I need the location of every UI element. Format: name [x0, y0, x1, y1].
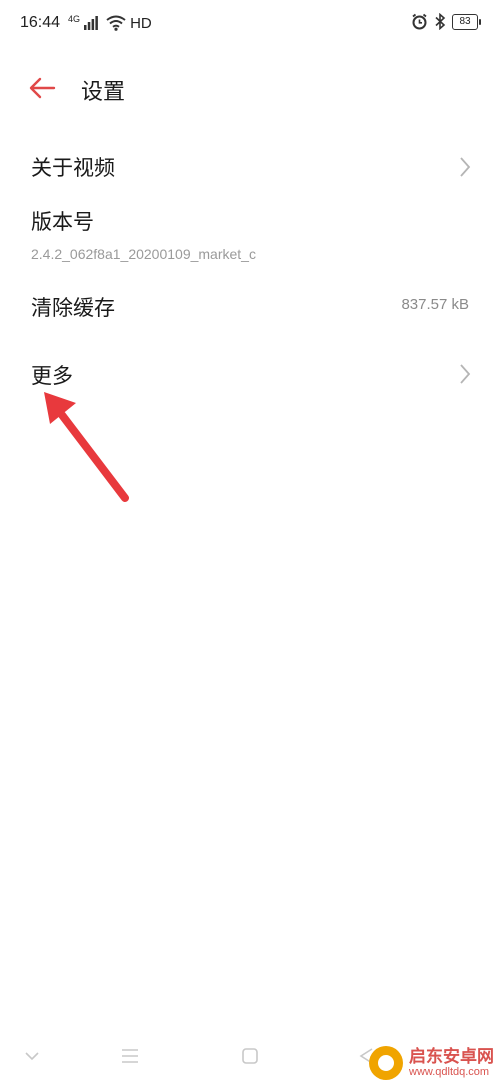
watermark-url: www.qdltdq.com [409, 1066, 490, 1079]
status-time: 16:44 [20, 14, 61, 31]
alarm-icon [412, 13, 427, 30]
version-value: 2.4.2_062f8a1_20200109_market_c [31, 246, 256, 262]
nav-down-icon[interactable] [18, 1042, 46, 1070]
hd-indicator: HD [130, 14, 152, 32]
status-right: 83 [411, 13, 481, 30]
nav-home-icon[interactable] [236, 1042, 264, 1070]
status-left: 16:44 4G HD [20, 14, 152, 32]
watermark-logo [369, 1046, 403, 1080]
network-type: 4G [68, 14, 81, 24]
battery-level: 83 [459, 15, 471, 27]
status-bar: 16:44 4G HD 83 [0, 0, 500, 50]
clear-cache-row[interactable]: 清除缓存 837.57 kB [0, 280, 500, 336]
more-row[interactable]: 更多 [0, 350, 500, 406]
about-video-row[interactable]: 关于视频 [0, 140, 500, 196]
site-watermark: 启东安卓网 www.qdltdq.com [369, 1046, 494, 1080]
page-title: 设置 [81, 80, 126, 105]
app-header: 设置 [0, 60, 500, 116]
version-row: 版本号 2.4.2_062f8a1_20200109_market_c [0, 200, 500, 270]
watermark-name: 启东安卓网 [409, 1046, 494, 1067]
bluetooth-icon [435, 13, 446, 30]
battery-icon: 83 [452, 13, 481, 30]
more-label: 更多 [31, 364, 73, 388]
wifi-icon [106, 15, 126, 31]
about-video-label: 关于视频 [31, 156, 115, 180]
signal-icon [84, 16, 98, 30]
watermark-text: 启东安卓网 www.qdltdq.com [409, 1046, 494, 1079]
nav-menu-icon[interactable] [116, 1042, 144, 1070]
chevron-right-icon [460, 364, 471, 384]
clear-cache-label: 清除缓存 [31, 296, 115, 320]
chevron-right-icon [460, 157, 471, 177]
back-arrow-icon[interactable] [26, 72, 58, 104]
version-label: 版本号 [31, 210, 94, 234]
cache-size-value: 837.57 kB [401, 296, 469, 313]
